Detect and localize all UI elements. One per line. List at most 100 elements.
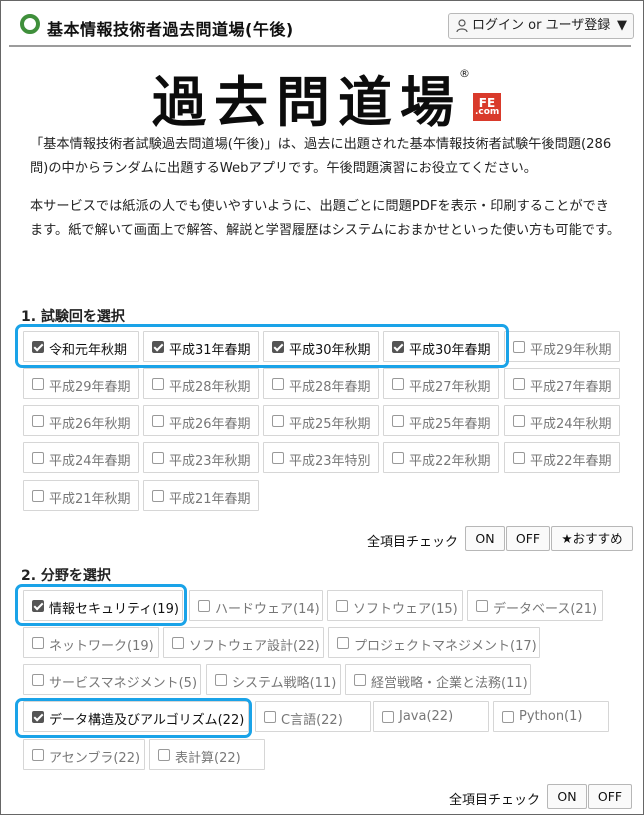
checkbox-unchecked-icon[interactable] [32, 749, 44, 761]
chevron-down-icon: ▼ [617, 18, 627, 33]
exam-checkbox-item[interactable]: 平成25年秋期 [263, 405, 379, 436]
field-checkbox-item[interactable]: Java(22) [373, 701, 489, 732]
checkbox-unchecked-icon[interactable] [152, 490, 164, 502]
checkbox-checked-icon[interactable] [392, 341, 404, 353]
checkbox-unchecked-icon[interactable] [152, 452, 164, 464]
exam-checkbox-item[interactable]: 平成24年秋期 [504, 405, 620, 436]
exam-checkbox-item[interactable]: 平成28年秋期 [143, 368, 259, 399]
field-checkbox-item[interactable]: ソフトウェア設計(22) [163, 627, 324, 658]
exam-checkbox-item[interactable]: 平成23年特別 [263, 442, 379, 473]
exam-checkbox-item[interactable]: 平成21年秋期 [23, 480, 139, 511]
field-check-all-label: 全項目チェック [449, 793, 541, 808]
brand-logo: 過去問道場 ® FE .com [152, 62, 502, 134]
field-checkbox-label: 経営戦略・企業と法務(11) [371, 676, 528, 691]
checkbox-unchecked-icon[interactable] [272, 452, 284, 464]
field-checkbox-item[interactable]: アセンブラ(22) [23, 739, 145, 770]
exam-off-button[interactable]: OFF [506, 526, 550, 551]
field-checkbox-item[interactable]: Python(1) [493, 701, 609, 732]
exam-checkbox-item[interactable]: 平成27年秋期 [383, 368, 499, 399]
checkbox-checked-icon[interactable] [152, 341, 164, 353]
field-checkbox-item[interactable]: ネットワーク(19) [23, 627, 159, 658]
exam-checkbox-item[interactable]: 平成26年春期 [143, 405, 259, 436]
exam-checkbox-item[interactable]: 平成29年春期 [23, 368, 139, 399]
checkbox-unchecked-icon[interactable] [32, 674, 44, 686]
checkbox-unchecked-icon[interactable] [272, 415, 284, 427]
field-checkbox-label: データベース(21) [493, 602, 598, 617]
checkbox-unchecked-icon[interactable] [32, 637, 44, 649]
checkbox-unchecked-icon[interactable] [513, 341, 525, 353]
exam-checkbox-item[interactable]: 平成26年秋期 [23, 405, 139, 436]
field-checkbox-label: ソフトウェア設計(22) [189, 639, 320, 654]
intro-paragraph-1: 「基本情報技術者試験過去問道場(午後)」は、過去に出題された基本情報技術者試験午… [30, 137, 612, 176]
checkbox-unchecked-icon[interactable] [392, 415, 404, 427]
field-checkbox-label: Python(1) [519, 709, 583, 724]
checkbox-unchecked-icon[interactable] [198, 600, 210, 612]
checkbox-checked-icon[interactable] [32, 341, 44, 353]
checkbox-unchecked-icon[interactable] [32, 452, 44, 464]
checkbox-unchecked-icon[interactable] [513, 378, 525, 390]
exam-checkbox-item[interactable]: 平成21年春期 [143, 480, 259, 511]
exam-checkbox-label: 平成29年春期 [49, 380, 131, 395]
exam-checkbox-item[interactable]: 平成28年春期 [263, 368, 379, 399]
exam-checkbox-item[interactable]: 平成25年春期 [383, 405, 499, 436]
checkbox-unchecked-icon[interactable] [337, 637, 349, 649]
exam-checkbox-label: 平成26年春期 [169, 417, 251, 432]
site-logo-icon[interactable] [20, 14, 40, 34]
exam-checkbox-label: 平成24年秋期 [530, 417, 612, 432]
checkbox-checked-icon[interactable] [32, 600, 44, 612]
checkbox-checked-icon[interactable] [32, 711, 44, 723]
login-register-button[interactable]: ログイン or ユーザ登録 ▼ [448, 13, 634, 39]
checkbox-unchecked-icon[interactable] [32, 490, 44, 502]
field-checkbox-item[interactable]: システム戦略(11) [206, 664, 341, 695]
checkbox-unchecked-icon[interactable] [158, 749, 170, 761]
checkbox-unchecked-icon[interactable] [264, 711, 276, 723]
fe-badge-bottom: .com [475, 107, 500, 117]
exam-checkbox-item[interactable]: 平成30年春期 [383, 331, 499, 362]
exam-checkbox-item[interactable]: 平成29年秋期 [504, 331, 620, 362]
exam-checkbox-item[interactable]: 平成22年春期 [504, 442, 620, 473]
field-on-button[interactable]: ON [547, 784, 587, 809]
site-title[interactable]: 基本情報技術者過去問道場(午後) [47, 16, 294, 40]
field-checkbox-item[interactable]: データ構造及びアルゴリズム(22) [23, 701, 249, 732]
exam-check-all-label: 全項目チェック [367, 535, 459, 550]
field-checkbox-label: データ構造及びアルゴリズム(22) [49, 713, 245, 728]
checkbox-unchecked-icon[interactable] [152, 378, 164, 390]
checkbox-unchecked-icon[interactable] [32, 415, 44, 427]
exam-checkbox-item[interactable]: 平成30年秋期 [263, 331, 379, 362]
checkbox-unchecked-icon[interactable] [172, 637, 184, 649]
exam-on-button[interactable]: ON [465, 526, 505, 551]
checkbox-unchecked-icon[interactable] [513, 415, 525, 427]
exam-checkbox-item[interactable]: 平成24年春期 [23, 442, 139, 473]
checkbox-unchecked-icon[interactable] [32, 378, 44, 390]
checkbox-unchecked-icon[interactable] [392, 452, 404, 464]
field-checkbox-label: サービスマネジメント(5) [49, 676, 198, 691]
checkbox-unchecked-icon[interactable] [476, 600, 488, 612]
checkbox-unchecked-icon[interactable] [392, 378, 404, 390]
checkbox-unchecked-icon[interactable] [272, 378, 284, 390]
field-checkbox-item[interactable]: ソフトウェア(15) [327, 590, 463, 621]
exam-checkbox-item[interactable]: 平成23年秋期 [143, 442, 259, 473]
field-off-button[interactable]: OFF [588, 784, 632, 809]
field-checkbox-item[interactable]: プロジェクトマネジメント(17) [328, 627, 540, 658]
checkbox-unchecked-icon[interactable] [382, 711, 394, 723]
field-checkbox-item[interactable]: 経営戦略・企業と法務(11) [345, 664, 531, 695]
exam-checkbox-label: 平成23年特別 [289, 454, 371, 469]
field-checkbox-item[interactable]: 表計算(22) [149, 739, 265, 770]
checkbox-unchecked-icon[interactable] [502, 711, 514, 723]
exam-checkbox-item[interactable]: 平成27年春期 [504, 368, 620, 399]
field-checkbox-item[interactable]: サービスマネジメント(5) [23, 664, 201, 695]
field-checkbox-item[interactable]: ハードウェア(14) [189, 590, 323, 621]
checkbox-unchecked-icon[interactable] [513, 452, 525, 464]
exam-checkbox-item[interactable]: 平成22年秋期 [383, 442, 499, 473]
checkbox-unchecked-icon[interactable] [152, 415, 164, 427]
exam-checkbox-item[interactable]: 平成31年春期 [143, 331, 259, 362]
checkbox-unchecked-icon[interactable] [336, 600, 348, 612]
checkbox-unchecked-icon[interactable] [354, 674, 366, 686]
recommend-button[interactable]: ★おすすめ [551, 526, 633, 551]
field-checkbox-item[interactable]: データベース(21) [467, 590, 603, 621]
field-checkbox-item[interactable]: 情報セキュリティ(19) [23, 590, 183, 621]
exam-checkbox-item[interactable]: 令和元年秋期 [23, 331, 139, 362]
checkbox-checked-icon[interactable] [272, 341, 284, 353]
checkbox-unchecked-icon[interactable] [215, 674, 227, 686]
field-checkbox-item[interactable]: C言語(22) [255, 701, 371, 732]
